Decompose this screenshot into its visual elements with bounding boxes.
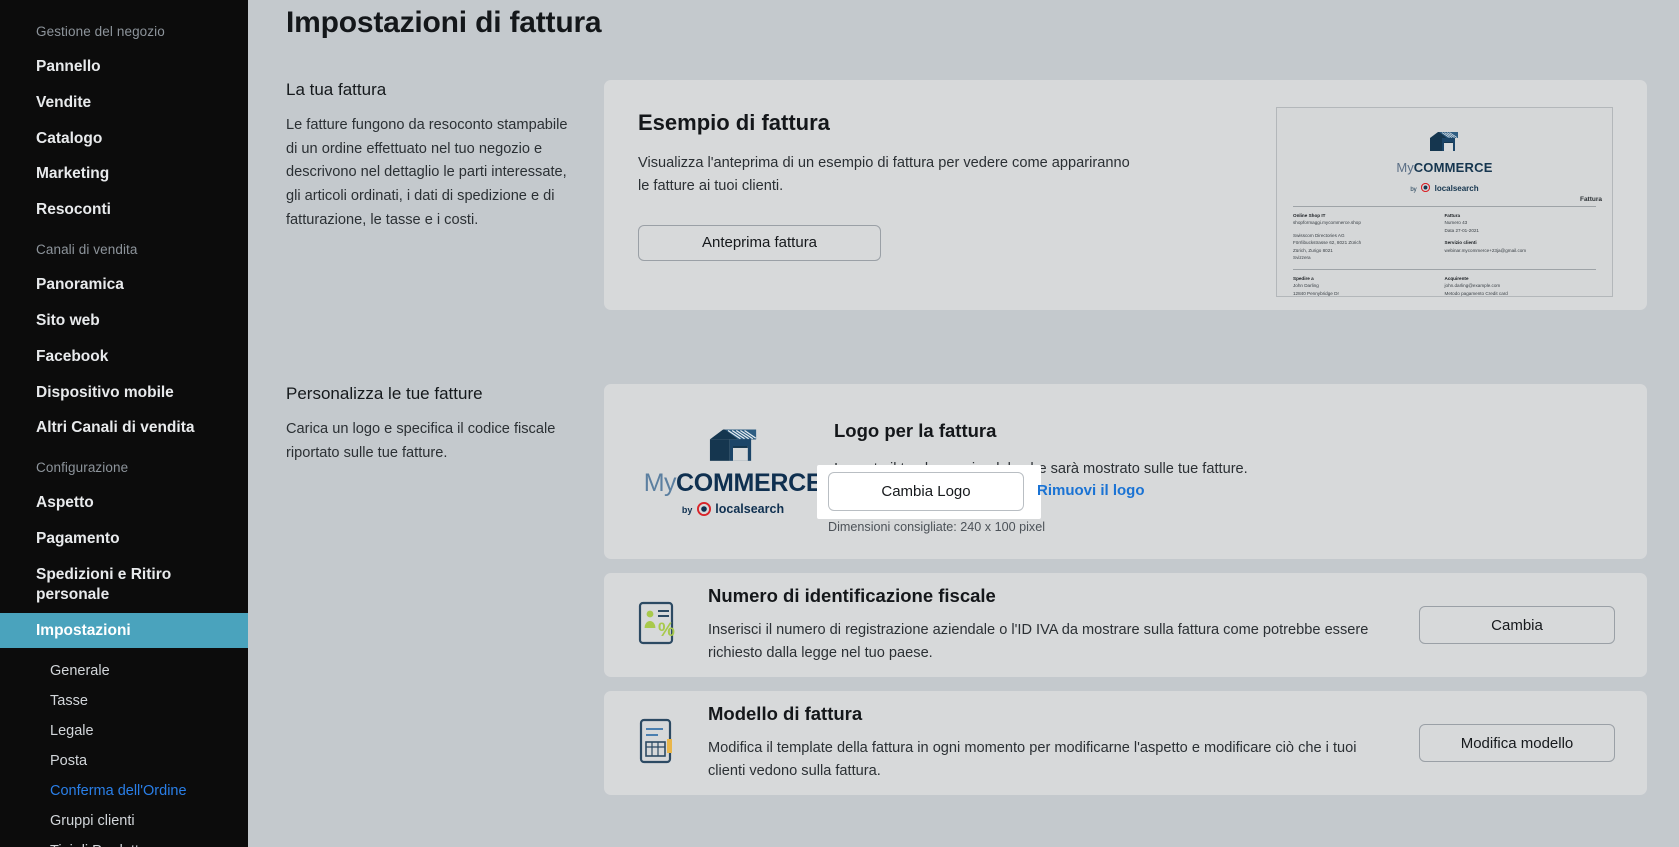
invoice-preview-brand-commerce: COMMERCE: [1413, 160, 1493, 175]
invoice-preview-brand-my: My: [1396, 160, 1414, 175]
page-title: Impostazioni di fattura: [286, 6, 602, 39]
sidebar-item-sito-web[interactable]: Sito web: [0, 303, 248, 339]
sidebar-item-panoramica[interactable]: Panoramica: [0, 267, 248, 303]
invoice-preview-buyer-label: Acquirente: [1444, 275, 1469, 281]
sidebar-group-label-config: Configurazione: [36, 460, 129, 476]
section-customize-description: Personalizza le tue fatture Carica un lo…: [286, 384, 604, 795]
logo-card: MyCOMMERCE by localsearch Logo per la fa…: [604, 384, 1647, 559]
invoice-preview-parties-row: Spedire a John Darling 12840 Pennybridge…: [1277, 270, 1612, 297]
invoice-preview-meta-col: Fattura Numero 43 Data 27-01-2021 Serviz…: [1445, 212, 1597, 262]
edit-template-button[interactable]: Modifica modello: [1419, 724, 1615, 762]
invoice-preview-shop-col: Online Shop IT shopformaggi.mycommerce.s…: [1293, 212, 1445, 262]
preview-invoice-button[interactable]: Anteprima fattura: [638, 224, 881, 261]
sidebar-item-impostazioni[interactable]: Impostazioni: [0, 612, 248, 649]
invoice-preview-brand-localsearch: localsearch: [1434, 184, 1479, 193]
invoice-example-card: Esempio di fattura Visualizza l'anteprim…: [604, 80, 1647, 310]
invoice-preview-shipto-col: Spedire a John Darling 12840 Pennybridge…: [1293, 275, 1445, 297]
invoice-example-text: Visualizza l'anteprima di un esempio di …: [638, 155, 1130, 195]
sidebar-item-marketing[interactable]: Marketing: [0, 156, 248, 192]
sidebar-item-altri-canali[interactable]: Altri Canali di vendita: [0, 410, 248, 446]
logo-brand-my: My: [643, 468, 677, 497]
invoice-preview-city: Zürich, Zurigo 8021: [1293, 247, 1333, 253]
sidebar: Gestione del negozio Pannello Vendite Ca…: [0, 0, 248, 847]
invoice-preview-service-email: webinar.mycommerce+23ja@gmail.com: [1444, 247, 1527, 253]
sidebar-subitem-gruppi-clienti[interactable]: Gruppi clienti: [0, 806, 248, 836]
logo-brand-commerce: COMMERCE: [676, 468, 823, 497]
sidebar-subitem-tipi-prodotto[interactable]: Tipi di Prodotto: [0, 836, 248, 847]
section-customize-heading: Personalizza le tue fatture: [286, 384, 483, 403]
sidebar-item-pagamento[interactable]: Pagamento: [0, 521, 248, 557]
main-content: Impostazioni di fattura La tua fattura L…: [248, 0, 1679, 847]
logo-card-body: Logo per la fattura Imposta il tuo logo …: [817, 410, 1613, 534]
invoice-preview-shipto-name: John Darling: [1293, 283, 1319, 289]
mycommerce-box-icon: [1430, 132, 1459, 151]
invoice-preview-date: Data 27-01-2021: [1444, 227, 1479, 233]
tax-id-card: % Numero di identificazione fiscale Inse…: [604, 573, 1647, 677]
svg-text:%: %: [658, 620, 675, 641]
sidebar-subitem-conferma-ordine[interactable]: Conferma dell'Ordine: [0, 776, 248, 806]
invoice-preview-shipto-addr: 12840 Pennybridge Dr: [1293, 290, 1339, 296]
section-invoice-description: La tua fattura Le fatture fungono da res…: [286, 80, 604, 310]
change-logo-button[interactable]: Cambia Logo: [828, 472, 1024, 511]
sidebar-subitem-generale[interactable]: Generale: [0, 656, 248, 686]
mycommerce-box-icon: [709, 429, 757, 461]
sidebar-item-aspetto[interactable]: Aspetto: [0, 485, 248, 521]
invoice-preview-company: Swisscom Directories AG: [1293, 232, 1345, 238]
change-tax-id-button[interactable]: Cambia: [1419, 606, 1615, 644]
invoice-preview-number: Numero 43: [1444, 220, 1468, 226]
invoice-preview-buyer-email: john.darling@example.com: [1444, 283, 1501, 289]
invoice-template-card-text: Modifica il template della fattura in og…: [708, 739, 1357, 779]
sidebar-item-dispositivo-mobile[interactable]: Dispositivo mobile: [0, 375, 248, 411]
invoice-preview-payment: Metodo pagamento Credit card: [1444, 290, 1508, 296]
sidebar-item-vendite[interactable]: Vendite: [0, 85, 248, 121]
localsearch-dot-icon: [696, 501, 711, 516]
invoice-preview-shop-name: Online Shop IT: [1293, 213, 1326, 218]
invoice-preview-logo: MyCOMMERCE by localsearch: [1277, 130, 1612, 196]
sidebar-subitem-legale[interactable]: Legale: [0, 716, 248, 746]
section-customize: Personalizza le tue fatture Carica un lo…: [248, 384, 1679, 795]
sidebar-item-pannello[interactable]: Pannello: [0, 49, 248, 85]
section-invoice-heading: La tua fattura: [286, 80, 387, 99]
app-root: Gestione del negozio Pannello Vendite Ca…: [0, 0, 1679, 847]
section-invoice-body: Le fatture fungono da resoconto stampabi…: [286, 117, 568, 228]
localsearch-dot-icon: [1421, 182, 1431, 193]
invoice-template-card-body: Modello di fattura Modifica il template …: [708, 703, 1419, 784]
sidebar-group-label-store: Gestione del negozio: [36, 24, 165, 39]
sidebar-subitems: Generale Tasse Legale Posta Conferma del…: [0, 648, 248, 847]
logo-size-hint: Dimensioni consigliate: 240 x 100 pixel: [828, 520, 1046, 534]
sidebar-item-resoconti[interactable]: Resoconti: [0, 192, 248, 228]
logo-preview: MyCOMMERCE by localsearch: [638, 410, 828, 533]
tax-id-card-title: Numero di identificazione fiscale: [708, 584, 996, 606]
sidebar-item-spedizioni[interactable]: Spedizioni e Ritiro personale: [0, 557, 190, 613]
section-invoice: La tua fattura Le fatture fungono da res…: [248, 80, 1679, 310]
invoice-template-card: Modello di fattura Modifica il template …: [604, 691, 1647, 795]
invoice-preview-shop-url: shopformaggi.mycommerce.shop: [1293, 220, 1361, 226]
tax-id-card-text: Inserisci il numero di registrazione azi…: [708, 621, 1369, 661]
section-customize-body: Carica un logo e specifica il codice fis…: [286, 421, 556, 461]
invoice-preview-info-row: Online Shop IT shopformaggi.mycommerce.s…: [1277, 207, 1612, 262]
invoice-document-icon: [636, 717, 708, 770]
invoice-preview-thumbnail[interactable]: MyCOMMERCE by localsearch Fattura Online…: [1276, 107, 1613, 297]
tax-id-card-icon: %: [636, 600, 708, 651]
invoice-preview-buyer-col: Acquirente john.darling@example.com Meto…: [1445, 275, 1597, 297]
tax-id-card-body: Numero di identificazione fiscale Inseri…: [708, 585, 1419, 666]
logo-brand-localsearch: localsearch: [715, 501, 785, 516]
sidebar-subitem-tasse[interactable]: Tasse: [0, 686, 248, 716]
sidebar-subitem-posta[interactable]: Posta: [0, 746, 248, 776]
sidebar-item-catalogo[interactable]: Catalogo: [0, 121, 248, 157]
remove-logo-link[interactable]: Rimuovi il logo: [1037, 482, 1145, 499]
sidebar-group-label-channels: Canali di vendita: [36, 242, 138, 258]
invoice-preview-service-label: Servizio clienti: [1444, 240, 1477, 246]
invoice-preview-country: Svizzera: [1293, 255, 1311, 261]
invoice-preview-doc-label: Fattura: [1579, 196, 1602, 203]
invoice-preview-brand-by: by: [1410, 187, 1417, 193]
logo-card-title: Logo per la fattura: [834, 420, 997, 441]
sidebar-item-facebook[interactable]: Facebook: [0, 339, 248, 375]
invoice-preview-street: Förrlibuckstrasse 62, 8021 Zürich: [1293, 240, 1362, 246]
invoice-preview-shipto-label: Spedire a: [1293, 275, 1314, 281]
logo-brand-by: by: [681, 504, 693, 515]
invoice-template-card-title: Modello di fattura: [708, 702, 863, 724]
invoice-preview-invoice-label: Fattura: [1444, 213, 1461, 218]
